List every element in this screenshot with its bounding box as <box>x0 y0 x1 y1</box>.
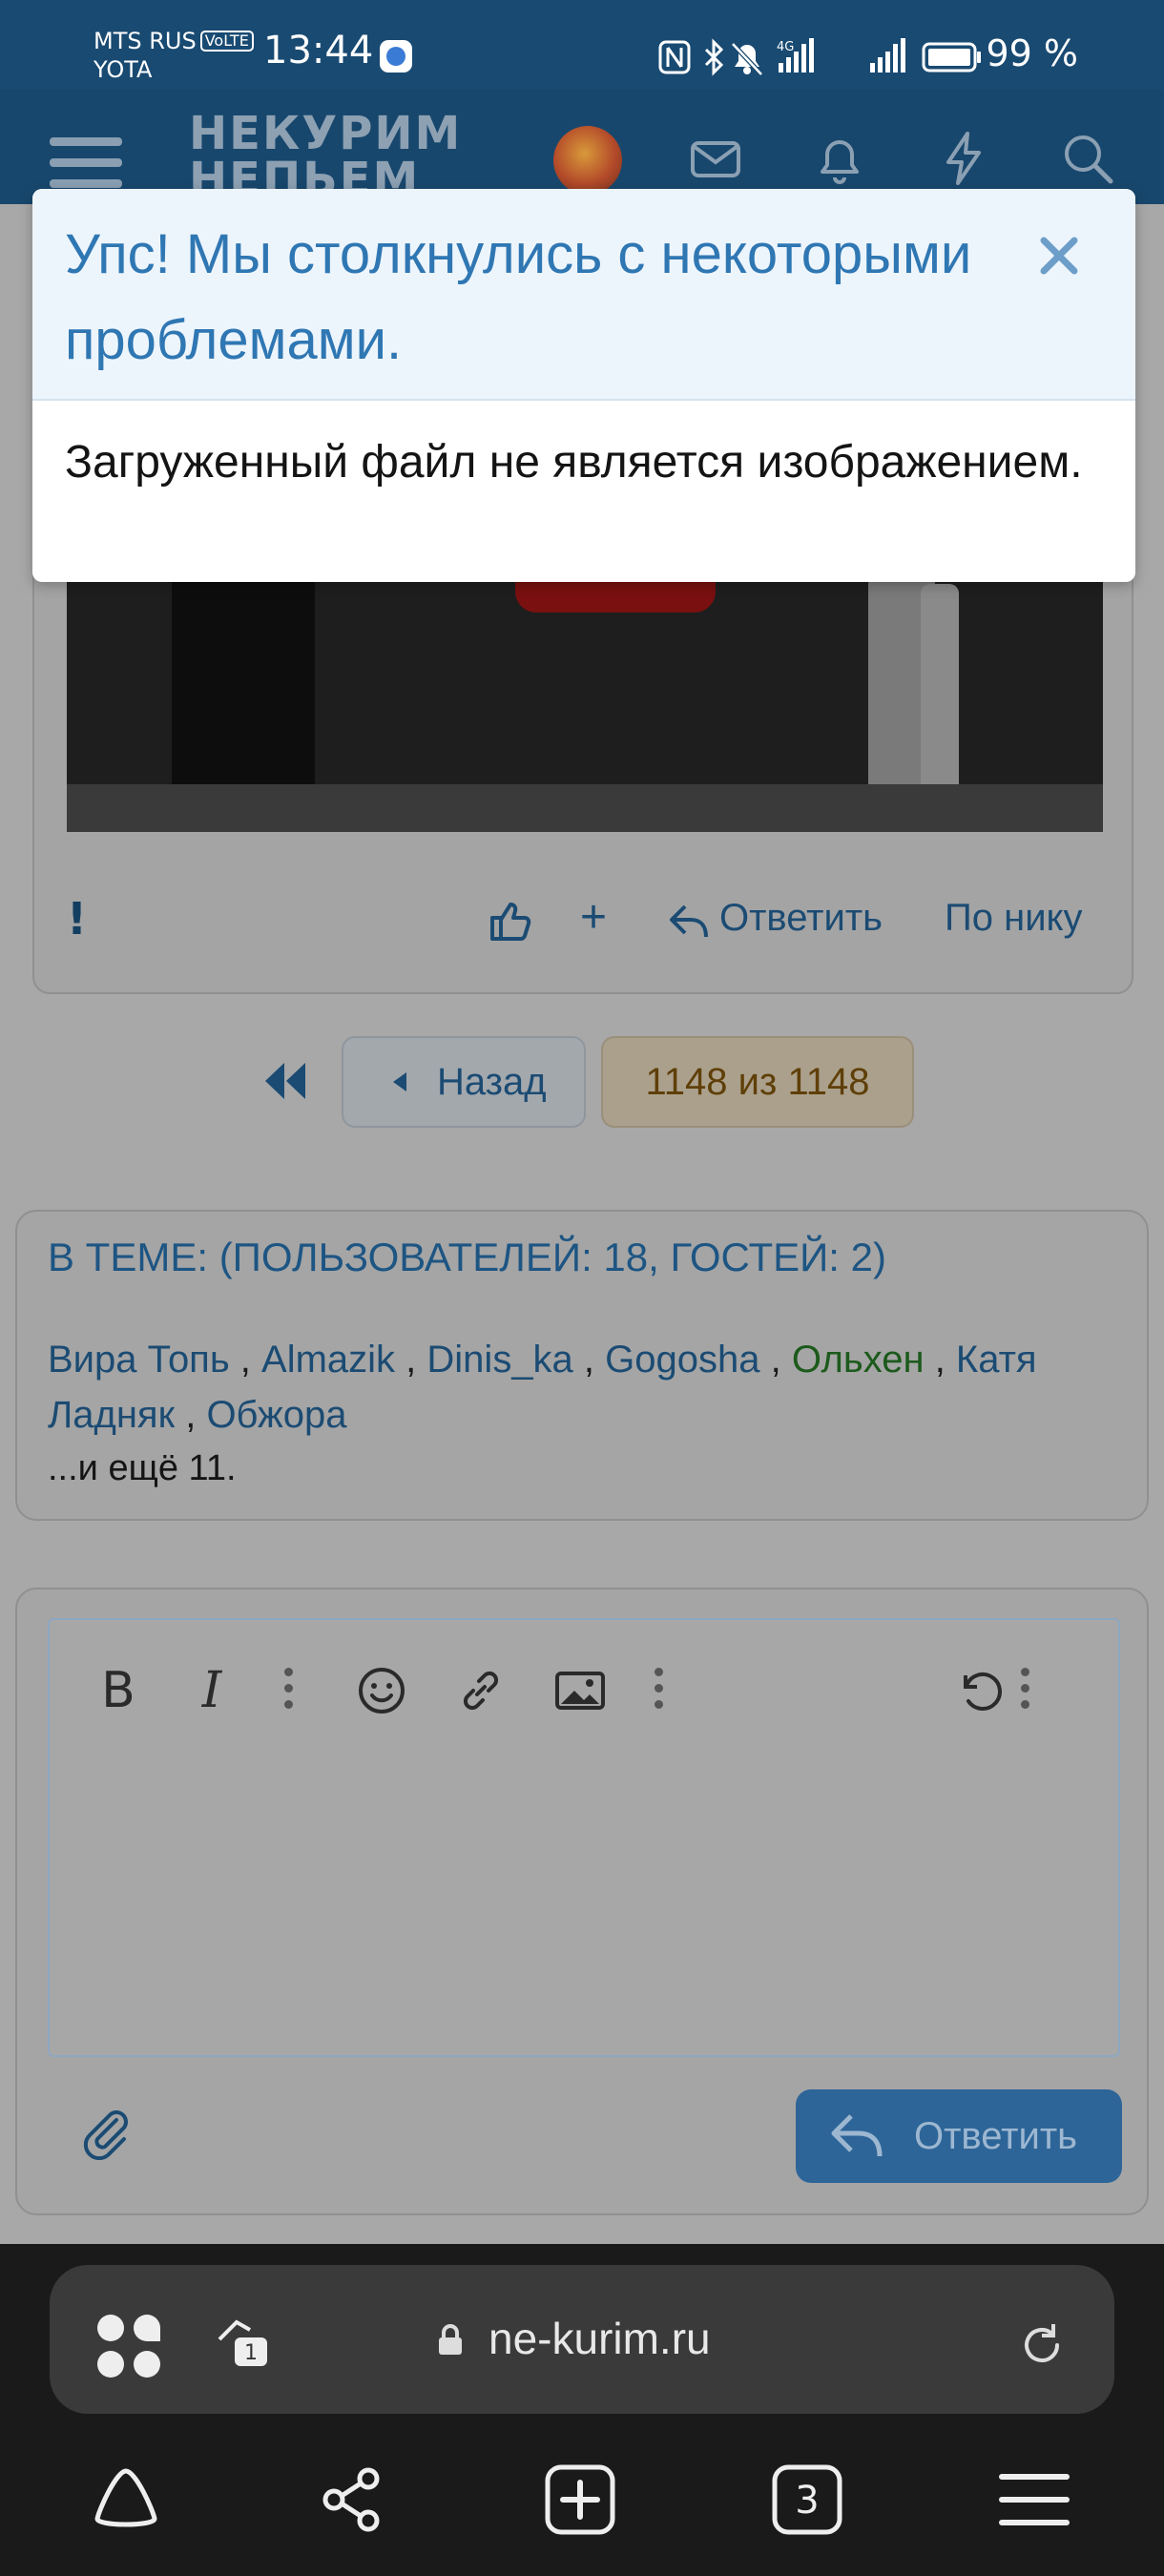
signal-icon-2 <box>870 38 905 73</box>
mute-icon <box>731 42 763 76</box>
online-users-card: В ТЕМЕ: (ПОЛЬЗОВАТЕЛЕЙ: 18, ГОСТЕЙ: 2) В… <box>15 1210 1149 1521</box>
lock-icon <box>439 2324 462 2355</box>
online-users-list: Вира Топь , Almazik , Dinis_ka , Gogosha… <box>48 1339 1037 1436</box>
user-link[interactable]: Обжора <box>206 1394 346 1436</box>
carrier-info: MTS RUS VoLTE YOTA <box>94 27 254 84</box>
site-header: НЕКУРИМ НЕПЬЕМ <box>0 90 1164 204</box>
clock: 13:44 <box>263 29 374 73</box>
user-link[interactable]: Вира Топь <box>48 1339 230 1381</box>
image-icon[interactable] <box>551 1662 609 1719</box>
mail-icon[interactable] <box>685 128 746 189</box>
carrier-primary: MTS RUS <box>94 28 197 54</box>
link-icon[interactable] <box>452 1662 509 1719</box>
reply-editor-card: B I Ответить <box>15 1588 1149 2215</box>
browser-menu-icon[interactable] <box>996 2462 1072 2538</box>
bold-icon[interactable]: B <box>90 1662 147 1719</box>
message-editor[interactable]: B I <box>48 1618 1120 2057</box>
apps-icon[interactable] <box>97 2315 164 2381</box>
new-tab-icon[interactable] <box>542 2462 618 2538</box>
app-notification-icon <box>380 40 412 73</box>
svg-text:3: 3 <box>795 2479 819 2523</box>
url-text[interactable]: ne-kurim.ru <box>488 2313 711 2364</box>
first-page-icon[interactable] <box>260 1059 307 1103</box>
avatar[interactable] <box>553 126 622 195</box>
carrier-secondary: YOTA <box>94 56 153 83</box>
like-icon[interactable] <box>487 899 532 945</box>
user-link[interactable]: Ольхен <box>792 1339 925 1381</box>
more-icon[interactable] <box>1019 1668 1030 1714</box>
reply-by-nick-button[interactable]: По нику <box>945 897 1083 940</box>
plus-button[interactable]: + <box>580 891 607 944</box>
user-link[interactable]: Almazik <box>261 1339 395 1381</box>
menu-icon[interactable] <box>50 137 122 191</box>
battery-icon <box>922 42 981 73</box>
browser-chrome: 1 ne-kurim.ru 3 <box>0 2244 1164 2576</box>
more-icon[interactable] <box>653 1668 664 1714</box>
share-icon[interactable] <box>315 2462 391 2538</box>
current-page-indicator[interactable]: 1148 из 1148 <box>601 1036 914 1128</box>
report-button[interactable]: ! <box>67 893 87 945</box>
bell-icon[interactable] <box>809 128 870 189</box>
submit-reply-button[interactable]: Ответить <box>796 2089 1122 2183</box>
reply-icon <box>670 904 708 938</box>
error-dialog-header: Упс! Мы столкнулись с некоторыми проблем… <box>32 189 1135 401</box>
status-bar: MTS RUS VoLTE YOTA 13:44 4G 99 % <box>0 0 1164 90</box>
reload-icon[interactable] <box>1013 2316 1070 2374</box>
error-dialog: Упс! Мы столкнулись с некоторыми проблем… <box>32 189 1135 582</box>
error-dialog-title: Упс! Мы столкнулись с некоторыми проблем… <box>65 223 972 371</box>
post-actions: ! + Ответить По нику <box>34 880 1132 956</box>
italic-icon[interactable]: I <box>183 1662 240 1719</box>
tabs-count-icon[interactable]: 3 <box>769 2462 845 2538</box>
more-icon[interactable] <box>282 1668 294 1714</box>
previous-page-button[interactable]: Назад <box>342 1036 586 1128</box>
svg-text:1: 1 <box>244 2341 258 2365</box>
bluetooth-icon <box>704 38 724 76</box>
search-icon[interactable] <box>1057 128 1118 189</box>
user-link[interactable]: Dinis_ka <box>426 1339 572 1381</box>
tab-switch-icon[interactable]: 1 <box>212 2311 273 2372</box>
lightning-icon[interactable] <box>933 128 994 189</box>
more-users-text: ...и ещё 11. <box>48 1448 237 1488</box>
online-users-title: В ТЕМЕ: (ПОЛЬЗОВАТЕЛЕЙ: 18, ГОСТЕЙ: 2) <box>48 1235 886 1279</box>
address-bar[interactable]: 1 ne-kurim.ru <box>50 2265 1114 2414</box>
close-icon[interactable] <box>1030 227 1088 284</box>
battery-percent: 99 % <box>986 32 1078 74</box>
user-link[interactable]: Gogosha <box>605 1339 759 1381</box>
browser-home-icon[interactable] <box>88 2462 164 2538</box>
reply-icon <box>831 2114 883 2157</box>
svg-text:4G: 4G <box>777 40 794 54</box>
attach-icon[interactable] <box>78 2105 135 2162</box>
volte-badge: VoLTE <box>199 31 254 52</box>
pagination: Назад 1148 из 1148 <box>0 1030 1164 1135</box>
nfc-icon <box>658 40 691 74</box>
undo-icon[interactable] <box>950 1662 1008 1719</box>
reply-button[interactable]: Ответить <box>719 897 883 940</box>
emoji-icon[interactable] <box>353 1662 410 1719</box>
error-dialog-message: Загруженный файл не является изображение… <box>65 437 1083 488</box>
